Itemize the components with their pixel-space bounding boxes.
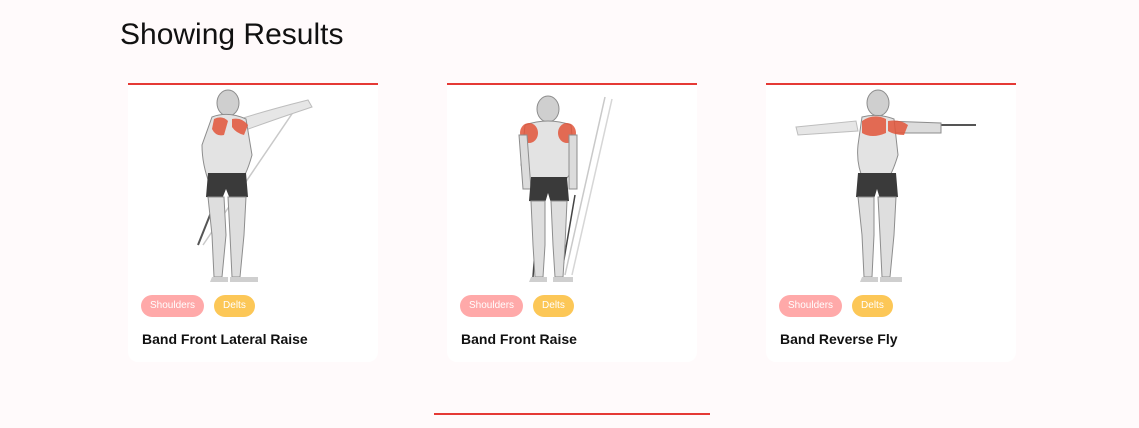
target-muscle-tag[interactable]: Delts: [852, 295, 893, 317]
exercise-name: Band Reverse Fly: [780, 331, 898, 347]
exercise-card[interactable]: Shoulders Delts Band Front Raise: [447, 83, 697, 362]
body-part-tag[interactable]: Shoulders: [779, 295, 843, 317]
target-muscle-tag[interactable]: Delts: [533, 295, 574, 317]
exercise-name: Band Front Lateral Raise: [142, 331, 308, 347]
exercise-card[interactable]: Shoulders Delts Band Reverse Fly: [766, 83, 1016, 362]
page-title: Showing Results: [120, 18, 344, 51]
body-part-tag[interactable]: Shoulders: [141, 295, 205, 317]
tag-group: Shoulders Delts: [460, 295, 584, 317]
exercise-name: Band Front Raise: [461, 331, 577, 347]
pagination-divider: [434, 413, 710, 415]
exercise-illustration: [197, 89, 313, 282]
exercise-illustration: [518, 95, 613, 282]
tag-group: Shoulders Delts: [141, 295, 265, 317]
tag-group: Shoulders Delts: [779, 295, 903, 317]
exercise-card[interactable]: Shoulders Delts Band Front Lateral Raise: [128, 83, 378, 362]
exercise-illustration: [795, 89, 976, 282]
target-muscle-tag[interactable]: Delts: [214, 295, 255, 317]
body-part-tag[interactable]: Shoulders: [460, 295, 524, 317]
